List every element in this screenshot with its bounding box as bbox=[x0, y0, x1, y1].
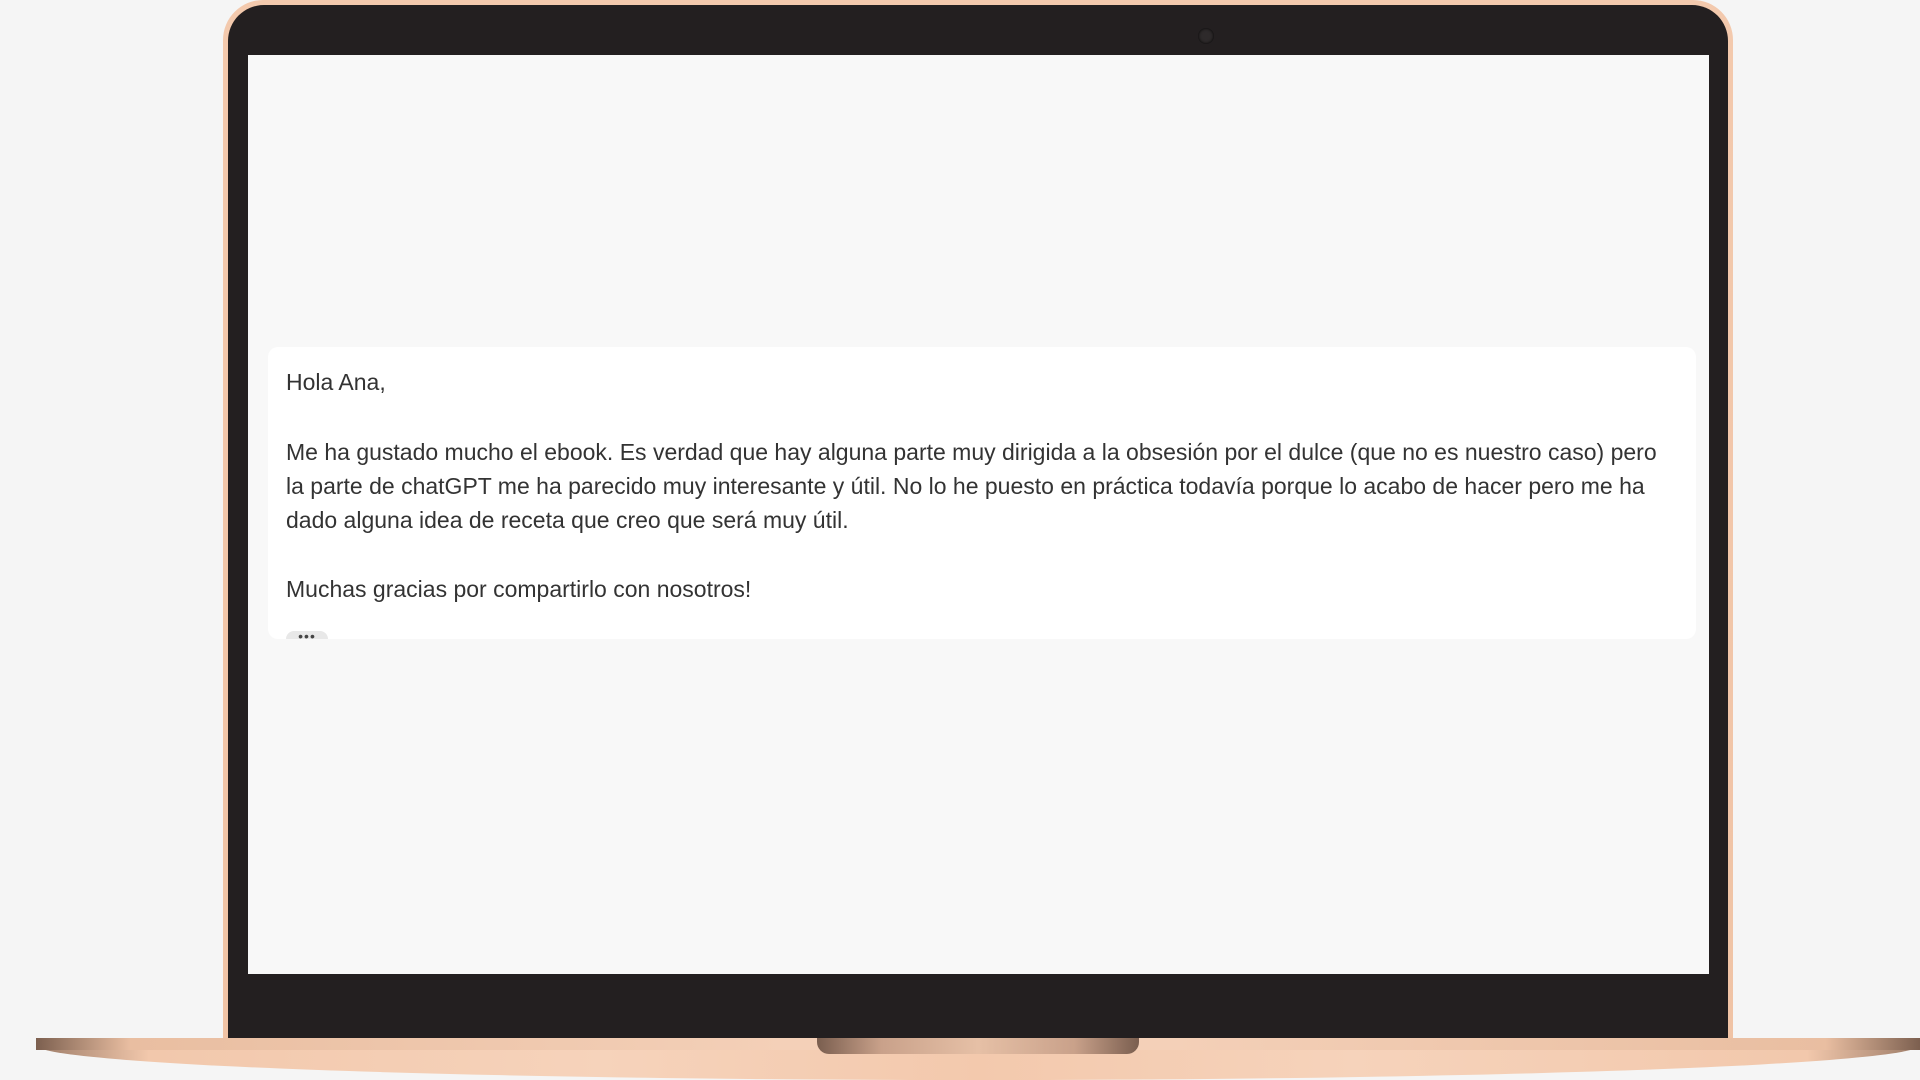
message-greeting: Hola Ana, bbox=[286, 369, 386, 395]
laptop-screen: Hola Ana, Me ha gustado mucho el ebook. … bbox=[248, 55, 1709, 974]
show-more-button[interactable]: ••• bbox=[286, 629, 328, 639]
message-card: Hola Ana, Me ha gustado mucho el ebook. … bbox=[268, 347, 1696, 639]
laptop-opening-notch bbox=[817, 1038, 1139, 1054]
camera-icon bbox=[1198, 28, 1214, 44]
device-mockup: Hola Ana, Me ha gustado mucho el ebook. … bbox=[0, 0, 1920, 1080]
message-closing: Muchas gracias por compartirlo con nosot… bbox=[286, 576, 752, 602]
message-body: Me ha gustado mucho el ebook. Es verdad … bbox=[286, 439, 1657, 533]
